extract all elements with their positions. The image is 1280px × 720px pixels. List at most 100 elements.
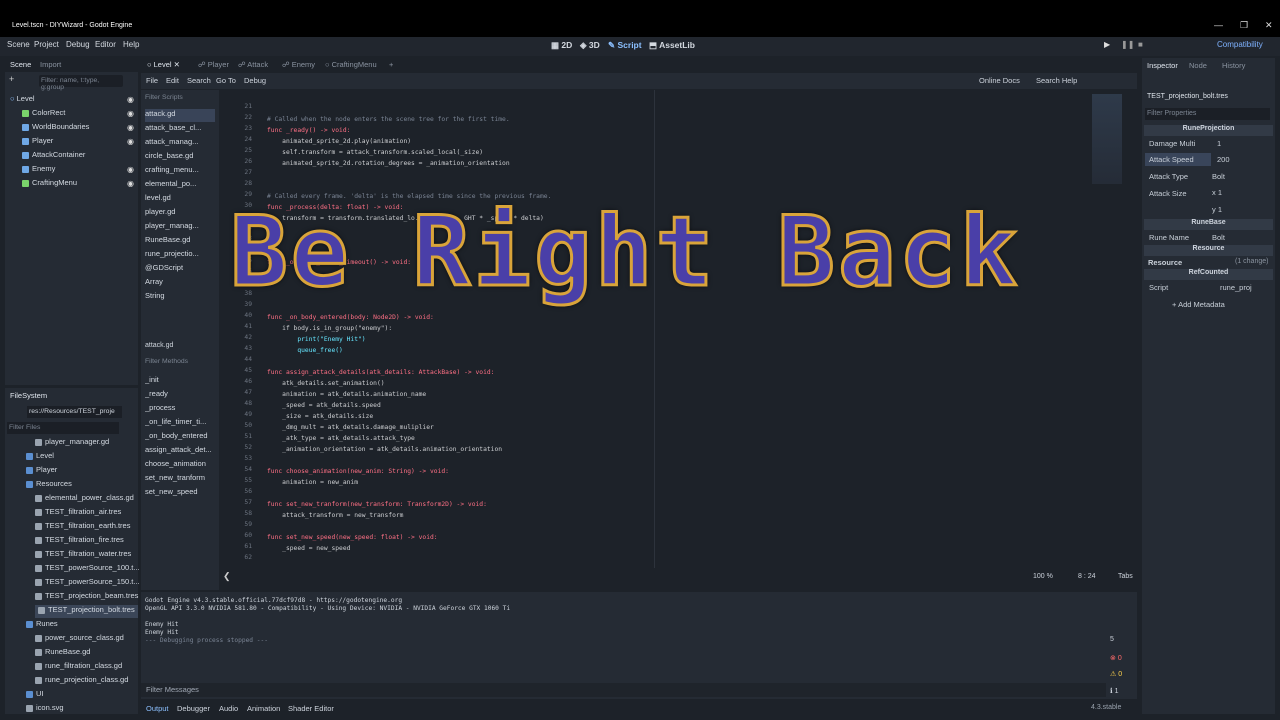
tree-node-enemy[interactable]: Enemy (22, 164, 55, 177)
code-line[interactable]: if body.is_in_group("enemy"): (267, 323, 392, 334)
code-line[interactable]: _size = atk_details.size (267, 411, 373, 422)
script-value[interactable]: rune_proj (1220, 283, 1252, 292)
code-line[interactable]: animated_sprite_2d.rotation_degrees = _a… (267, 158, 509, 169)
play-icon[interactable]: ▶ (1104, 40, 1110, 49)
script-menu-search[interactable]: Search (187, 76, 211, 85)
code-line[interactable]: atk_details.set_animation() (267, 378, 384, 389)
file-item[interactable]: elemental_power_class.gd (35, 493, 134, 506)
property-filter-input[interactable]: Filter Properties (1145, 108, 1270, 120)
script-item[interactable]: RuneBase.gd (145, 235, 215, 248)
script-item[interactable]: attack.gd (145, 109, 215, 122)
code-line[interactable]: _atk_type = atk_details.attack_type (267, 433, 415, 444)
file-item[interactable]: player_manager.gd (35, 437, 109, 450)
tree-node-level[interactable]: ○ Level (10, 94, 35, 107)
script-item[interactable]: player_manag... (145, 221, 215, 234)
tree-node-attackcontainer[interactable]: AttackContainer (22, 150, 85, 163)
script-menu-goto[interactable]: Go To (216, 76, 236, 85)
main-assetlib-button[interactable]: ⬒ AssetLib (649, 40, 695, 51)
menu-debug[interactable]: Debug (66, 40, 90, 49)
tab-history[interactable]: History (1222, 61, 1245, 70)
tab-inspector[interactable]: Inspector (1147, 61, 1178, 70)
section-resource[interactable]: Resource (1144, 245, 1273, 256)
tab-scene[interactable]: Scene (10, 60, 31, 69)
code-line[interactable]: func set_new_tranform(new_transform: Tra… (267, 499, 487, 510)
main-3d-button[interactable]: ◈ 3D (580, 40, 600, 51)
folder-item[interactable]: UI (26, 689, 44, 702)
prop-attack-size-x[interactable]: x 1 (1212, 188, 1222, 197)
tab-player[interactable]: ☍ Player (198, 60, 229, 69)
code-line[interactable]: attack_transform = new_transform (267, 510, 403, 521)
folder-item[interactable]: Player (26, 465, 57, 478)
visibility-icon[interactable]: ◉ (127, 137, 134, 146)
code-line[interactable]: animated_sprite_2d.play(animation) (267, 136, 411, 147)
method-item[interactable]: _on_body_entered (145, 431, 215, 444)
section-runebase[interactable]: RuneBase (1144, 219, 1273, 230)
method-item[interactable]: _on_life_timer_ti... (145, 417, 215, 430)
prop-attack-type-value[interactable]: Bolt (1212, 172, 1225, 181)
code-line[interactable]: animation = atk_details.animation_name (267, 389, 426, 400)
message-count[interactable]: ℹ 1 (1110, 687, 1119, 695)
folder-item[interactable]: Level (26, 451, 54, 464)
bottom-tab-animation[interactable]: Animation (247, 704, 280, 713)
main-script-button[interactable]: ✎ Script (608, 40, 642, 51)
code-line[interactable]: _animation_orientation = atk_details.ani… (267, 444, 502, 455)
scene-filter-input[interactable]: Filter: name, t:type, g:group (39, 75, 123, 91)
code-line[interactable]: print("Enemy Hit") (267, 334, 365, 345)
prop-damage-multi-value[interactable]: 1 (1217, 139, 1221, 148)
minimize-button[interactable]: — (1214, 20, 1223, 30)
resource-group[interactable]: Resource (1148, 258, 1182, 267)
minimap[interactable] (1092, 94, 1122, 184)
method-item[interactable]: set_new_speed (145, 487, 215, 500)
add-tab-icon[interactable]: + (389, 60, 393, 69)
tree-node-colorrect[interactable]: ColorRect (22, 108, 65, 121)
stop-icon[interactable]: ■ (1138, 40, 1143, 49)
file-item[interactable]: TEST_filtration_earth.tres (35, 521, 130, 534)
prop-attack-speed-value[interactable]: 200 (1217, 155, 1230, 164)
error-count[interactable]: ⊗ 0 (1110, 654, 1122, 662)
bottom-tab-audio[interactable]: Audio (219, 704, 238, 713)
method-item[interactable]: choose_animation (145, 459, 215, 472)
file-item[interactable]: icon.svg (26, 703, 64, 716)
script-item[interactable]: player.gd (145, 207, 215, 220)
filesystem-path[interactable]: res://Resources/TEST_proje (27, 406, 122, 418)
script-item[interactable]: rune_projectio... (145, 249, 215, 262)
method-item[interactable]: set_new_tranform (145, 473, 215, 486)
visibility-icon[interactable]: ◉ (127, 109, 134, 118)
main-2d-button[interactable]: ▦ 2D (551, 40, 572, 51)
rune-name-value[interactable]: Bolt (1212, 233, 1225, 242)
tab-filesystem[interactable]: FileSystem (10, 391, 47, 400)
maximize-button[interactable]: ❐ (1240, 20, 1248, 31)
script-item[interactable]: String (145, 291, 215, 304)
bottom-tab-output[interactable]: Output (146, 704, 169, 713)
method-item[interactable]: _process (145, 403, 215, 416)
file-item[interactable]: rune_projection_class.gd (35, 675, 128, 688)
method-item[interactable]: assign_attack_det... (145, 445, 215, 458)
method-item[interactable]: _ready (145, 389, 215, 402)
output-filter-input[interactable]: Filter Messages (141, 683, 1106, 697)
file-item[interactable]: RuneBase.gd (35, 647, 90, 660)
file-item[interactable]: rune_filtration_class.gd (35, 661, 122, 674)
code-line[interactable]: func _ready() -> void: (267, 125, 350, 136)
code-line[interactable]: self.transform = attack_transform.scaled… (267, 147, 483, 158)
bottom-tab-debugger[interactable]: Debugger (177, 704, 210, 713)
warning-count[interactable]: ⚠ 0 (1110, 670, 1122, 678)
script-menu-file[interactable]: File (146, 76, 158, 85)
close-button[interactable]: ✕ (1265, 20, 1273, 31)
file-item[interactable]: TEST_projection_bolt.tres (35, 605, 138, 618)
code-line[interactable]: func set_new_speed(new_speed: float) -> … (267, 532, 438, 543)
pause-icon[interactable]: ❚❚ (1121, 40, 1134, 49)
log-count-info[interactable]: 5 (1110, 636, 1114, 643)
menu-editor[interactable]: Editor (95, 40, 116, 49)
tab-attack[interactable]: ☍ Attack (238, 60, 268, 69)
tab-import[interactable]: Import (40, 60, 61, 69)
toggle-scripts-icon[interactable]: ❮ (223, 571, 231, 582)
tree-node-craftingmenu[interactable]: CraftingMenu (22, 178, 77, 191)
section-runeprojection[interactable]: RuneProjection (1144, 125, 1273, 136)
filesystem-filter-input[interactable]: Filter Files (7, 422, 119, 434)
file-item[interactable]: power_source_class.gd (35, 633, 124, 646)
tab-node[interactable]: Node (1189, 61, 1207, 70)
code-line[interactable]: animation = new_anim (267, 477, 358, 488)
online-docs-button[interactable]: Online Docs (979, 76, 1020, 85)
tree-node-player[interactable]: Player (22, 136, 53, 149)
script-item[interactable]: level.gd (145, 193, 215, 206)
